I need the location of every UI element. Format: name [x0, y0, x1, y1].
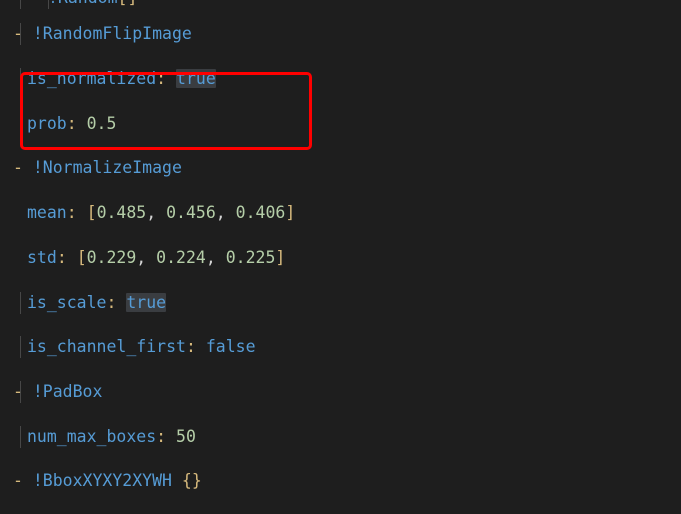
- code-line-9-text: - !PadBox: [13, 381, 103, 401]
- code-lines-container[interactable]: !Random[] - !RandomFlipImage is_normaliz…: [0, 0, 681, 514]
- yaml-list-item: 0.224: [156, 247, 206, 267]
- yaml-value: 0.5: [86, 113, 117, 133]
- code-line-3[interactable]: prob: 0.5: [0, 112, 681, 135]
- code-line-7[interactable]: is_scale: true: [0, 291, 681, 314]
- yaml-key: is_normalized: [27, 69, 157, 89]
- yaml-value: {}: [181, 471, 202, 491]
- indent-guide: [20, 0, 21, 9]
- code-line-1[interactable]: - !RandomFlipImage: [0, 23, 681, 46]
- code-line-10-text: num_max_boxes: 50: [27, 426, 196, 448]
- code-line-11-text: - !BboxXYXY2XYWH {}: [13, 471, 202, 491]
- yaml-tag: !BboxXYXY2XYWH: [32, 471, 172, 491]
- code-line-10[interactable]: num_max_boxes: 50: [0, 425, 681, 448]
- code-editor[interactable]: !Random[] - !RandomFlipImage is_normaliz…: [0, 0, 681, 514]
- yaml-list-item: 0.485: [96, 203, 147, 223]
- yaml-colon: :: [66, 203, 77, 223]
- yaml-value: 50: [176, 426, 196, 446]
- indent-guide: [20, 112, 21, 135]
- indent-guide: [20, 291, 21, 314]
- yaml-list-item: 0.406: [235, 203, 286, 223]
- code-line-5-text: mean: [0.485, 0.456, 0.406]: [27, 203, 296, 223]
- code-line-0-text: !Random[]: [48, 0, 137, 9]
- code-line-6[interactable]: std: [0.229, 0.224, 0.225]: [0, 247, 681, 269]
- code-line-2[interactable]: is_normalized: true: [0, 68, 681, 91]
- yaml-value: true: [126, 292, 167, 312]
- code-line-1-text: - !RandomFlipImage: [13, 24, 192, 44]
- yaml-value: true: [176, 69, 216, 89]
- code-line-3-text: prob: 0.5: [27, 113, 116, 135]
- yaml-colon: :: [156, 426, 167, 446]
- yaml-colon: :: [56, 247, 67, 267]
- yaml-key: prob: [27, 113, 67, 133]
- code-line-4[interactable]: - !NormalizeImage: [0, 157, 681, 179]
- yaml-tag: !RandomFlipImage: [32, 24, 192, 44]
- yaml-tag: !NormalizeImage: [32, 158, 182, 178]
- indent-guide: [20, 425, 21, 448]
- yaml-tag: !PadBox: [32, 381, 103, 401]
- yaml-colon: :: [156, 69, 167, 89]
- yaml-value: false: [205, 337, 256, 357]
- indent-guide: [20, 336, 21, 359]
- yaml-list-item: 0.456: [166, 203, 216, 223]
- yaml-key: std: [27, 247, 57, 267]
- code-line-8[interactable]: is_channel_first: false: [0, 336, 681, 359]
- yaml-key: mean: [27, 203, 67, 223]
- code-line-11[interactable]: - !BboxXYXY2XYWH {}: [0, 470, 681, 492]
- yaml-colon: :: [106, 292, 117, 312]
- code-line-6-text: std: [0.229, 0.224, 0.225]: [27, 247, 286, 267]
- code-line-4-text: - !NormalizeImage: [13, 158, 182, 178]
- code-line-7-text: is_scale: true: [27, 292, 167, 314]
- yaml-key: is_scale: [27, 292, 107, 312]
- indent-guide: [20, 68, 21, 91]
- yaml-key: is_channel_first: [27, 337, 186, 357]
- code-line-2-text: is_normalized: true: [27, 68, 216, 90]
- yaml-list-item: 0.225: [225, 247, 276, 267]
- code-line-0[interactable]: !Random[]: [0, 0, 681, 9]
- code-line-5[interactable]: mean: [0.485, 0.456, 0.406]: [0, 202, 681, 224]
- yaml-colon: :: [66, 113, 77, 133]
- code-line-9[interactable]: - !PadBox: [0, 380, 681, 403]
- code-line-8-text: is_channel_first: false: [27, 336, 256, 358]
- yaml-colon: :: [185, 337, 196, 357]
- yaml-list-item: 0.229: [86, 247, 137, 267]
- yaml-key: num_max_boxes: [27, 426, 157, 446]
